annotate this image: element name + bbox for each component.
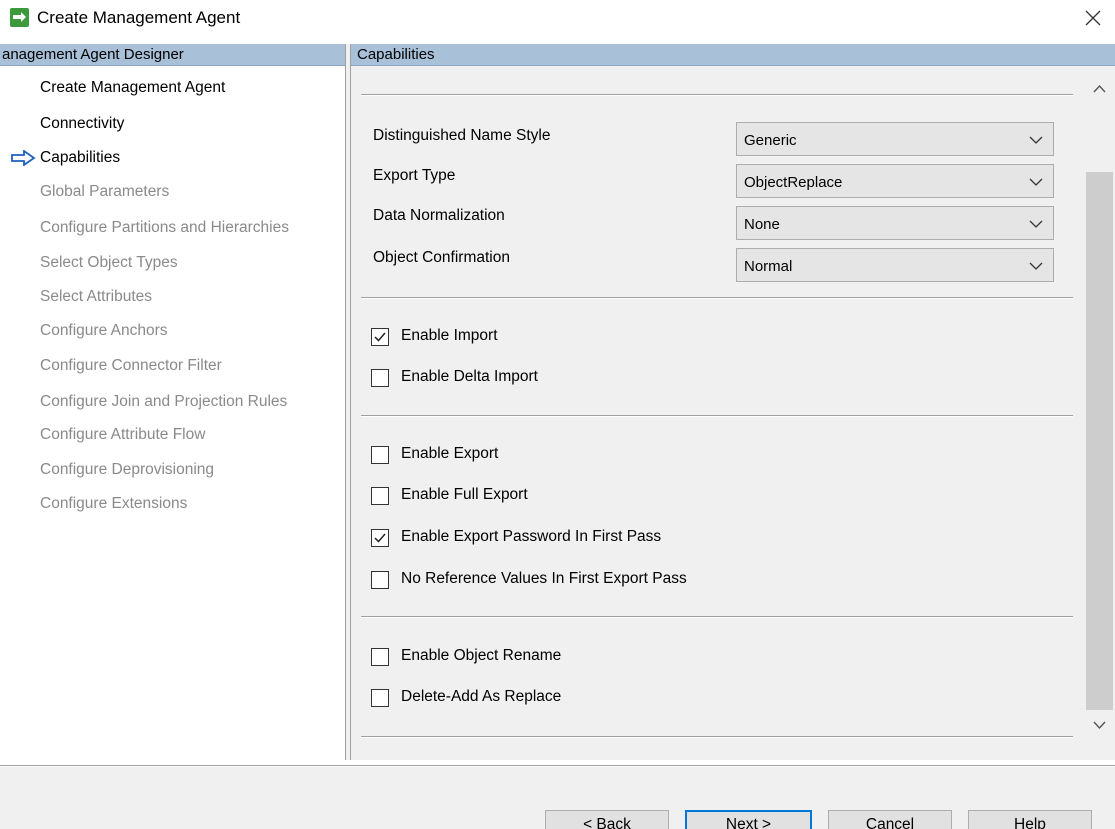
object-confirmation-value: Normal: [744, 258, 793, 275]
divider: [361, 94, 1073, 96]
divider: [361, 616, 1073, 618]
step-configure-connector-filter: Configure Connector Filter: [40, 357, 222, 374]
chevron-down-icon: [1029, 262, 1043, 270]
capabilities-scroll-area: Distinguished Name Style Generic Export …: [351, 66, 1084, 746]
step-select-object-types: Select Object Types: [40, 254, 178, 271]
object-confirmation-select[interactable]: Normal: [736, 248, 1054, 282]
dn-style-select[interactable]: Generic: [736, 122, 1054, 156]
divider: [361, 736, 1073, 738]
step-global-parameters: Global Parameters: [40, 183, 170, 200]
scrollbar-thumb[interactable]: [1086, 172, 1113, 710]
checkbox-box[interactable]: [371, 328, 389, 346]
vertical-scrollbar[interactable]: [1084, 74, 1115, 746]
checkbox-label: Enable Full Export: [401, 486, 528, 503]
divider: [361, 297, 1073, 299]
checkbox-box[interactable]: [371, 487, 389, 505]
checkbox-label: Delete-Add As Replace: [401, 688, 562, 705]
step-create-management-agent[interactable]: Create Management Agent: [40, 79, 225, 97]
checkbox-label: Enable Delta Import: [401, 368, 538, 385]
cancel-button[interactable]: Cancel: [828, 810, 952, 829]
step-select-attributes: Select Attributes: [40, 288, 153, 305]
close-icon[interactable]: [1079, 4, 1107, 32]
designer-step-list: Create Management Agent Connectivity Cap…: [0, 66, 345, 760]
checkbox-box[interactable]: [371, 529, 389, 547]
object-confirmation-label: Object Confirmation: [373, 249, 510, 266]
checkbox-box[interactable]: [371, 369, 389, 387]
export-type-select[interactable]: ObjectReplace: [736, 164, 1054, 198]
checkbox-label: No Reference Values In First Export Pass: [401, 570, 687, 587]
checkmark-icon: [374, 332, 386, 342]
next-button[interactable]: Next >: [685, 810, 812, 829]
checkbox-box[interactable]: [371, 648, 389, 666]
capabilities-panel: Distinguished Name Style Generic Export …: [351, 66, 1115, 760]
divider: [361, 415, 1073, 417]
right-panel-header: Capabilities: [351, 44, 1115, 66]
chevron-down-icon: [1029, 178, 1043, 186]
step-configure-partitions: Configure Partitions and Hierarchies: [40, 219, 289, 236]
checkbox-label: Enable Object Rename: [401, 647, 562, 664]
data-normalization-value: None: [744, 216, 780, 233]
app-icon: [10, 8, 29, 27]
step-configure-attribute-flow: Configure Attribute Flow: [40, 426, 206, 443]
left-panel-header: anagement Agent Designer: [0, 44, 345, 66]
checkbox-label: Enable Import: [401, 327, 498, 344]
checkbox-box[interactable]: [371, 446, 389, 464]
data-normalization-select[interactable]: None: [736, 206, 1054, 240]
step-configure-extensions: Configure Extensions: [40, 495, 188, 512]
step-configure-join-projection: Configure Join and Projection Rules: [40, 393, 288, 410]
help-button[interactable]: Help: [968, 810, 1092, 829]
checkbox-label: Enable Export: [401, 445, 499, 462]
step-capabilities[interactable]: Capabilities: [40, 149, 120, 167]
chevron-down-icon: [1029, 136, 1043, 144]
checkbox-box[interactable]: [371, 571, 389, 589]
title-bar: Create Management Agent: [0, 0, 1115, 40]
checkbox-label: Enable Export Password In First Pass: [401, 528, 662, 545]
scroll-down-icon[interactable]: [1084, 710, 1115, 740]
export-type-label: Export Type: [373, 167, 456, 184]
data-normalization-label: Data Normalization: [373, 207, 505, 224]
chevron-down-icon: [1029, 220, 1043, 228]
dn-style-label: Distinguished Name Style: [373, 127, 551, 144]
step-configure-anchors: Configure Anchors: [40, 322, 168, 339]
checkmark-icon: [374, 533, 386, 543]
button-bar: < Back Next > Cancel Help: [0, 767, 1115, 829]
dn-style-value: Generic: [744, 132, 797, 149]
scroll-up-icon[interactable]: [1084, 74, 1115, 104]
export-type-value: ObjectReplace: [744, 174, 843, 191]
current-step-arrow-icon: [11, 150, 36, 166]
checkbox-box[interactable]: [371, 689, 389, 707]
step-connectivity[interactable]: Connectivity: [40, 115, 124, 133]
back-button[interactable]: < Back: [545, 810, 669, 829]
step-configure-deprovisioning: Configure Deprovisioning: [40, 461, 215, 478]
window-title: Create Management Agent: [37, 8, 241, 27]
